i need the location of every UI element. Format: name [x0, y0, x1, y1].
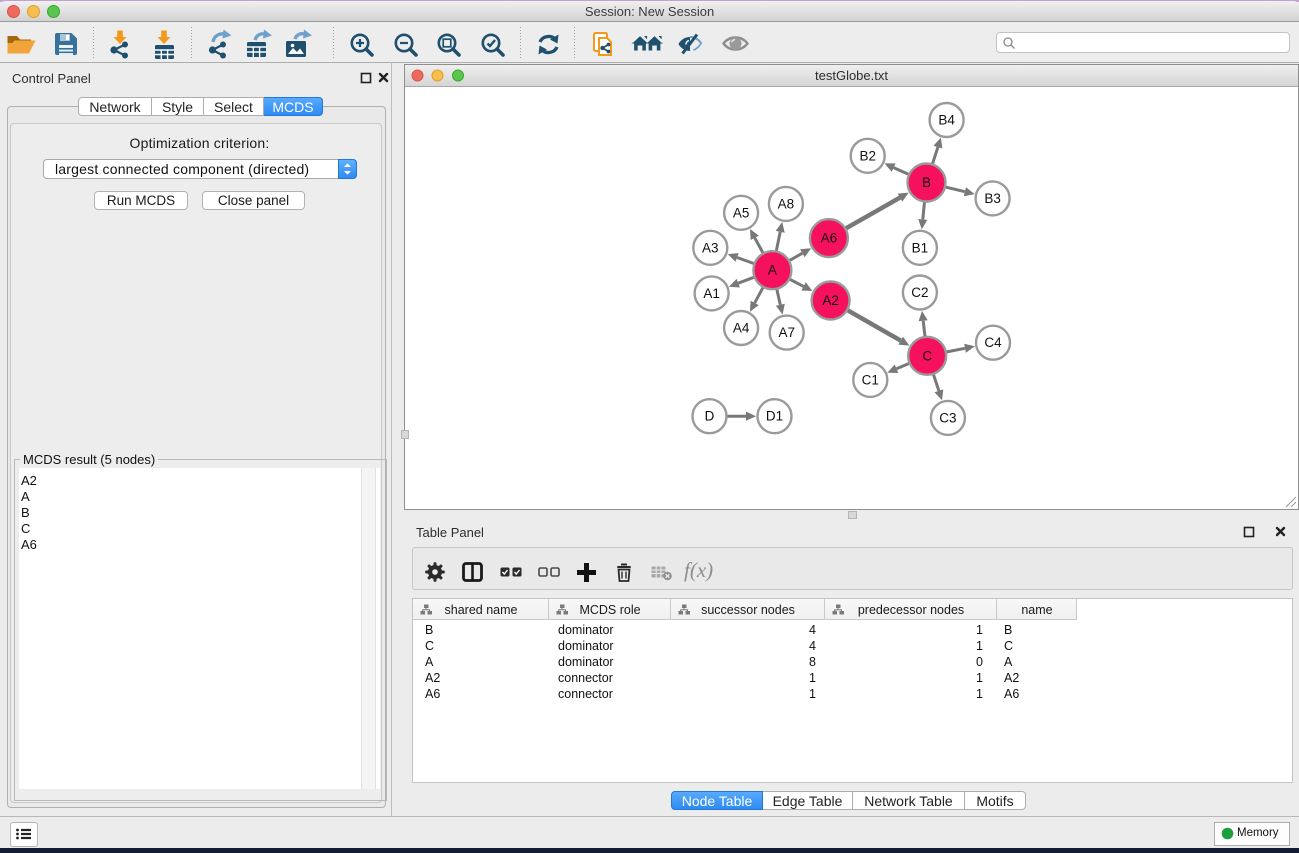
- svg-text:A4: A4: [733, 321, 750, 336]
- svg-text:B4: B4: [938, 113, 955, 128]
- svg-text:C1: C1: [862, 372, 879, 387]
- svg-text:A3: A3: [702, 240, 719, 255]
- svg-text:D: D: [705, 409, 715, 424]
- svg-text:C: C: [922, 348, 932, 363]
- svg-text:B1: B1: [912, 240, 929, 255]
- svg-text:A6: A6: [821, 231, 838, 246]
- svg-text:B: B: [922, 175, 931, 190]
- svg-text:A1: A1: [703, 286, 720, 301]
- svg-text:B2: B2: [859, 148, 876, 163]
- svg-text:A7: A7: [778, 325, 795, 340]
- svg-text:D1: D1: [766, 409, 783, 424]
- svg-text:C2: C2: [911, 285, 928, 300]
- svg-text:A2: A2: [822, 293, 839, 308]
- svg-text:A8: A8: [778, 196, 795, 211]
- svg-text:C3: C3: [939, 410, 956, 425]
- svg-text:C4: C4: [984, 335, 1002, 350]
- svg-text:A5: A5: [733, 205, 750, 220]
- svg-text:B3: B3: [984, 191, 1001, 206]
- svg-text:A: A: [768, 263, 777, 278]
